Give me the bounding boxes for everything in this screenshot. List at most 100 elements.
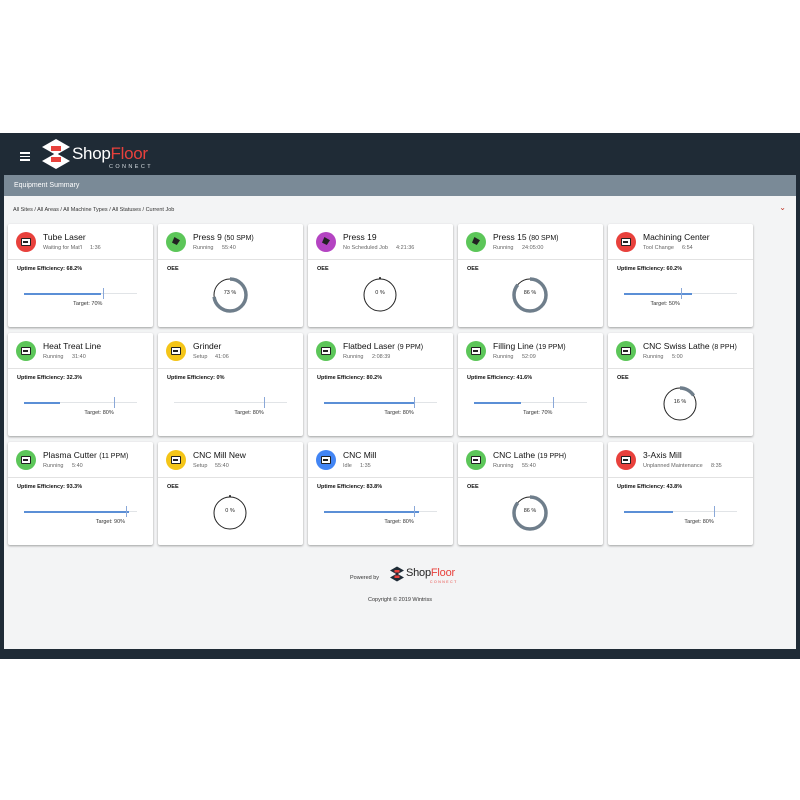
- press-icon: [166, 232, 186, 252]
- machine-card[interactable]: 3-Axis Mill Unplanned Maintenance 8:35 Upt…: [608, 442, 753, 545]
- target-label: Target: 70%: [73, 301, 103, 307]
- footer-brand-name: ShopFloor: [406, 567, 455, 579]
- uptime-bar-fill: [24, 292, 102, 295]
- machine-card[interactable]: Machining Center Tool Change 6:54 Uptime E…: [608, 224, 753, 327]
- uptime-bar-fill: [624, 292, 693, 295]
- card-header: Tube Laser Waiting for Mat'l 1:36: [8, 224, 153, 260]
- target-marker: [114, 397, 116, 408]
- machine-name: 3-Axis Mill: [643, 450, 682, 460]
- oee-gauge: 86 %: [510, 493, 550, 533]
- gauge-marker: [229, 495, 231, 497]
- machine-name: Press 15 (80 SPM): [493, 232, 559, 242]
- lathe-icon: [466, 450, 486, 470]
- target-marker: [103, 288, 105, 299]
- mill-icon: [316, 450, 336, 470]
- uptime-bar: [324, 397, 437, 408]
- machine-name: CNC Mill: [343, 450, 377, 460]
- uptime-bar: [24, 506, 137, 517]
- target-label: Target: 80%: [684, 519, 714, 525]
- oee-value: 73 %: [223, 290, 237, 296]
- breadcrumb[interactable]: All Sites / All Areas / All Machine Type…: [13, 207, 174, 213]
- machine-name: Press 9 (50 SPM): [193, 232, 254, 242]
- metric-label: Uptime Efficiency: 32.3%: [17, 375, 83, 381]
- machine-name: Tube Laser: [43, 232, 86, 242]
- gauge-marker: [379, 277, 381, 279]
- machine-name: Flatbed Laser (9 PPM): [343, 341, 424, 351]
- metric-label: Uptime Efficiency: 80.2%: [317, 375, 383, 381]
- machine-card[interactable]: Plasma Cutter (11 PPM) Running 5:40 Uptime …: [8, 442, 153, 545]
- target-marker: [714, 506, 716, 517]
- status-duration: 4:21:36: [396, 245, 415, 251]
- logo-mark-icon: [42, 139, 70, 169]
- uptime-bar: [474, 397, 587, 408]
- machine-card[interactable]: Press 9 (50 SPM) Running 55:40 OEE 73 %: [158, 224, 303, 327]
- machine-card[interactable]: Heat Treat Line Running 31:40 Uptime Effic…: [8, 333, 153, 436]
- press-icon: [466, 232, 486, 252]
- machining-center-icon: [616, 232, 636, 252]
- metric-label: OEE: [317, 266, 329, 272]
- status-duration: 41:06: [215, 354, 229, 360]
- target-label: Target: 80%: [84, 410, 114, 416]
- brand-name: ShopFloor: [72, 144, 148, 163]
- machine-name: Heat Treat Line: [43, 341, 102, 351]
- uptime-bar: [324, 506, 437, 517]
- machine-status: Setup: [193, 463, 208, 469]
- machine-status: Running: [43, 463, 64, 469]
- machine-card[interactable]: Grinder Setup 41:06 Uptime Efficiency: 0% T…: [158, 333, 303, 436]
- machine-card[interactable]: CNC Lathe (19 PPH) Running 55:40 OEE 86 %: [458, 442, 603, 545]
- powered-by-label: Powered by: [350, 575, 380, 581]
- status-duration: 6:54: [682, 245, 693, 251]
- oee-value: 86 %: [523, 508, 537, 514]
- machine-status: Waiting for Mat'l: [43, 245, 83, 251]
- chevron-down-icon[interactable]: ⌄: [779, 203, 786, 212]
- status-duration: 52:09: [522, 354, 536, 360]
- machine-status: Unplanned Maintenance: [643, 463, 703, 469]
- status-duration: 1:35: [360, 463, 371, 469]
- target-marker: [414, 397, 416, 408]
- machine-name: CNC Lathe (19 PPH): [493, 450, 567, 460]
- lathe-icon: [616, 341, 636, 361]
- metric-label: OEE: [167, 266, 179, 272]
- metric-label: Uptime Efficiency: 41.6%: [467, 375, 533, 381]
- status-duration: 55:40: [222, 245, 236, 251]
- oee-gauge: 0 %: [210, 493, 250, 533]
- machine-status: Running: [343, 354, 364, 360]
- metric-label: Uptime Efficiency: 93.3%: [17, 484, 83, 490]
- card-header: Grinder Setup 41:06: [158, 333, 303, 369]
- machine-card[interactable]: Tube Laser Waiting for Mat'l 1:36 Uptime E…: [8, 224, 153, 327]
- mill-icon: [616, 450, 636, 470]
- uptime-bar: [624, 288, 737, 299]
- card-header: CNC Swiss Lathe (8 PPH) Running 5:00: [608, 333, 753, 369]
- machine-name: CNC Mill New: [193, 450, 246, 460]
- menu-icon[interactable]: [20, 152, 30, 161]
- machine-status: Running: [43, 354, 64, 360]
- target-marker: [680, 288, 682, 299]
- status-duration: 1:36: [90, 245, 101, 251]
- oee-gauge: 86 %: [510, 275, 550, 315]
- card-header: Plasma Cutter (11 PPM) Running 5:40: [8, 442, 153, 478]
- footer-brand-subtitle: CONNECT: [430, 580, 458, 584]
- machine-card[interactable]: Flatbed Laser (9 PPM) Running 2:08:39 Uptim…: [308, 333, 453, 436]
- machine-card[interactable]: Press 15 (80 SPM) Running 24:05:00 OEE 86 %: [458, 224, 603, 327]
- machine-card[interactable]: CNC Mill Idle 1:35 Uptime Efficiency: 83.8…: [308, 442, 453, 545]
- machine-status: Running: [193, 245, 214, 251]
- target-label: Target: 50%: [650, 301, 680, 307]
- metric-label: Uptime Efficiency: 0%: [167, 375, 225, 381]
- machine-card[interactable]: Press 19 No Scheduled Job 4:21:36 OEE 0 %: [308, 224, 453, 327]
- machine-card[interactable]: CNC Mill New Setup 55:40 OEE 0 %: [158, 442, 303, 545]
- oee-gauge: 73 %: [210, 275, 250, 315]
- target-marker: [414, 506, 416, 517]
- target-label: Target: 80%: [384, 519, 414, 525]
- oee-gauge: 16 %: [660, 384, 700, 424]
- footer-logo-mark-icon: [390, 566, 404, 582]
- status-duration: 5:40: [72, 463, 83, 469]
- oee-value: 86 %: [523, 290, 537, 296]
- press-icon: [316, 232, 336, 252]
- machine-status: No Scheduled Job: [343, 245, 388, 251]
- card-header: Heat Treat Line Running 31:40: [8, 333, 153, 369]
- machine-card[interactable]: CNC Swiss Lathe (8 PPH) Running 5:00 OEE 16 …: [608, 333, 753, 436]
- machine-status: Running: [493, 354, 514, 360]
- top-bar: ShopFloor CONNECT: [0, 133, 800, 175]
- machine-card[interactable]: Filling Line (19 PPM) Running 52:09 Uptime …: [458, 333, 603, 436]
- target-label: Target: 80%: [234, 410, 264, 416]
